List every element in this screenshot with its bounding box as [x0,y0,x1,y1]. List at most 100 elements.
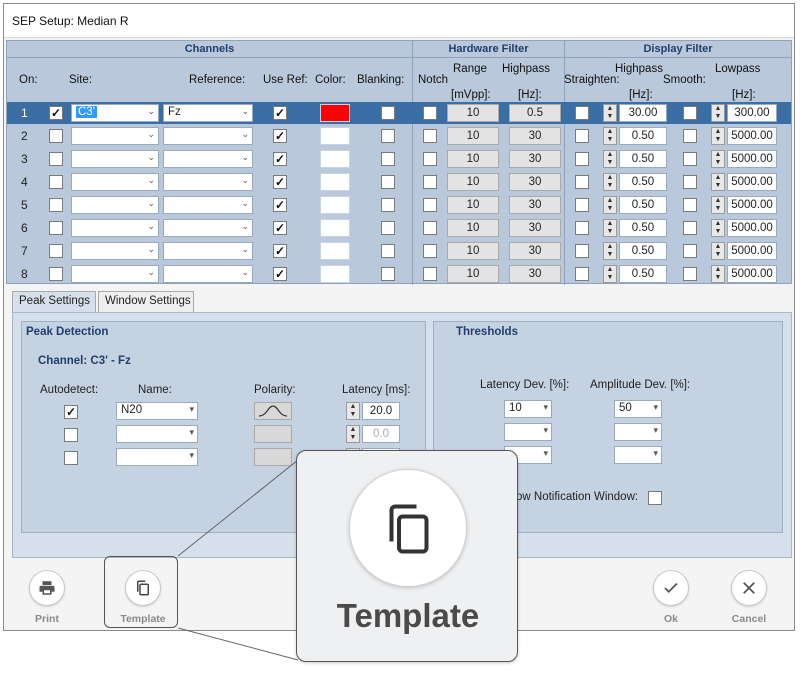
range-value[interactable]: 10 [447,150,499,168]
lowpass-value[interactable]: 5000.00 [727,219,777,237]
color-swatch[interactable] [320,150,350,168]
blanking-checkbox[interactable] [381,175,395,189]
lowpass-value[interactable]: 5000.00 [727,242,777,260]
smooth-checkbox[interactable] [683,129,697,143]
site-select[interactable]: ⌄ [71,173,159,191]
use-ref-checkbox[interactable]: ✓ [273,267,287,281]
reference-select[interactable]: ⌄ [163,150,253,168]
channel-row[interactable]: 2 ⌄ ⌄ ✓ 10 30 ▲ ▼ 0.50 ▲ ▼ 5000.00 [7,125,791,147]
color-swatch[interactable] [320,242,350,260]
ok-button[interactable] [653,570,689,606]
hw-highpass-value[interactable]: 0.5 [509,104,561,122]
smooth-checkbox[interactable] [683,152,697,166]
channel-on-checkbox[interactable] [49,198,63,212]
lowpass-value[interactable]: 5000.00 [727,265,777,283]
range-value[interactable]: 10 [447,219,499,237]
peak-name-select[interactable]: ▾ [116,448,198,466]
channel-on-checkbox[interactable] [49,175,63,189]
tab-peak-settings[interactable]: Peak Settings [12,291,96,313]
notch-checkbox[interactable] [423,106,437,120]
spinner-icon[interactable]: ▲▼ [603,265,617,283]
spinner-icon[interactable]: ▲▼ [603,242,617,260]
spinner-icon[interactable]: ▲▼ [711,150,725,168]
spinner-icon[interactable]: ▲▼ [711,196,725,214]
blanking-checkbox[interactable] [381,152,395,166]
disp-highpass-value[interactable]: 0.50 [619,150,667,168]
color-swatch[interactable] [320,127,350,145]
blanking-checkbox[interactable] [381,106,395,120]
spinner-icon[interactable]: ▲▼ [603,219,617,237]
channel-row[interactable]: 4 ⌄ ⌄ ✓ 10 30 ▲ ▼ 0.50 ▲ ▼ 5000.00 [7,171,791,193]
notch-checkbox[interactable] [423,129,437,143]
site-select[interactable]: ⌄ [71,242,159,260]
smooth-checkbox[interactable] [683,198,697,212]
lowpass-value[interactable]: 5000.00 [727,173,777,191]
channel-on-checkbox[interactable] [49,267,63,281]
spinner-icon[interactable]: ▲▼ [711,104,725,122]
notch-checkbox[interactable] [423,221,437,235]
spinner-icon[interactable]: ▲▼ [603,127,617,145]
notch-checkbox[interactable] [423,244,437,258]
hw-highpass-value[interactable]: 30 [509,173,561,191]
use-ref-checkbox[interactable]: ✓ [273,175,287,189]
straighten-checkbox[interactable] [575,152,589,166]
range-value[interactable]: 10 [447,196,499,214]
site-select[interactable]: ⌄ [71,219,159,237]
spinner-icon[interactable]: ▲▼ [603,150,617,168]
channel-on-checkbox[interactable]: ✓ [49,106,63,120]
blanking-checkbox[interactable] [381,244,395,258]
spinner-icon[interactable]: ▲▼ [711,173,725,191]
hw-highpass-value[interactable]: 30 [509,150,561,168]
site-select[interactable]: C3' ⌄ [71,104,159,122]
hw-highpass-value[interactable]: 30 [509,265,561,283]
straighten-checkbox[interactable] [575,106,589,120]
smooth-checkbox[interactable] [683,106,697,120]
polarity-button[interactable] [254,425,292,443]
blanking-checkbox[interactable] [381,129,395,143]
spinner-icon[interactable]: ▲▼ [711,219,725,237]
autodetect-checkbox[interactable]: ✓ [64,405,78,419]
blanking-checkbox[interactable] [381,267,395,281]
latency-dev-select[interactable]: ▾ [504,423,552,441]
autodetect-checkbox[interactable] [64,451,78,465]
range-value[interactable]: 10 [447,173,499,191]
lowpass-value[interactable]: 5000.00 [727,196,777,214]
spinner-icon[interactable]: ▲▼ [346,402,360,420]
reference-select[interactable]: Fz ⌄ [163,104,253,122]
site-select[interactable]: ⌄ [71,127,159,145]
peak-name-select[interactable]: ▾ [116,425,198,443]
lowpass-value[interactable]: 5000.00 [727,150,777,168]
spinner-icon[interactable]: ▲▼ [711,127,725,145]
latency-value[interactable]: 20.0 [362,402,400,420]
reference-select[interactable]: ⌄ [163,173,253,191]
smooth-checkbox[interactable] [683,175,697,189]
latency-dev-select[interactable]: 10 ▾ [504,400,552,418]
spinner-icon[interactable]: ▲▼ [711,242,725,260]
reference-select[interactable]: ⌄ [163,127,253,145]
use-ref-checkbox[interactable]: ✓ [273,198,287,212]
spinner-icon[interactable]: ▲▼ [346,425,360,443]
color-swatch[interactable] [320,265,350,283]
site-select[interactable]: ⌄ [71,150,159,168]
reference-select[interactable]: ⌄ [163,219,253,237]
site-select[interactable]: ⌄ [71,196,159,214]
use-ref-checkbox[interactable]: ✓ [273,244,287,258]
channel-on-checkbox[interactable] [49,152,63,166]
cancel-button[interactable] [731,570,767,606]
autodetect-checkbox[interactable] [64,428,78,442]
range-value[interactable]: 10 [447,104,499,122]
channel-on-checkbox[interactable] [49,129,63,143]
spinner-icon[interactable]: ▲▼ [603,104,617,122]
disp-highpass-value[interactable]: 0.50 [619,219,667,237]
spinner-icon[interactable]: ▲▼ [603,173,617,191]
disp-highpass-value[interactable]: 0.50 [619,265,667,283]
disp-highpass-value[interactable]: 0.50 [619,242,667,260]
reference-select[interactable]: ⌄ [163,196,253,214]
smooth-checkbox[interactable] [683,221,697,235]
notch-checkbox[interactable] [423,267,437,281]
smooth-checkbox[interactable] [683,244,697,258]
site-select[interactable]: ⌄ [71,265,159,283]
channel-on-checkbox[interactable] [49,244,63,258]
disp-highpass-value[interactable]: 0.50 [619,127,667,145]
hw-highpass-value[interactable]: 30 [509,219,561,237]
